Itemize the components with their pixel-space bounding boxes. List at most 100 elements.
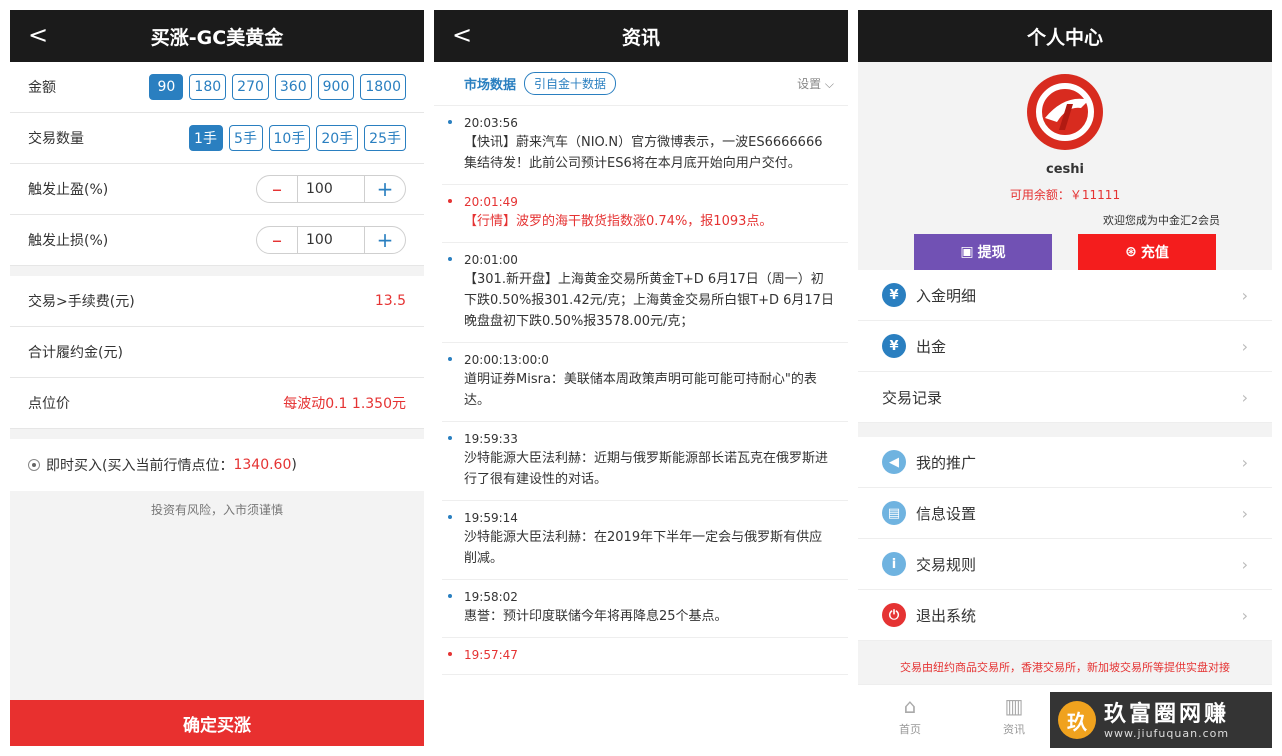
- take-profit-row: 触发止盈(%) – 100 +: [10, 164, 424, 215]
- avatar: [1027, 74, 1103, 150]
- menu-item-info-settings[interactable]: ▤ 信息设置 ›: [858, 488, 1272, 539]
- bullet-icon: [448, 515, 452, 519]
- news-item[interactable]: 20:01:49 【行情】波罗的海干散货指数涨0.74%，报1093点。: [442, 185, 848, 243]
- deposit-icon: ¥: [882, 283, 906, 307]
- news-text: 沙特能源大臣法利赫：近期与俄罗斯能源部长诺瓦克在俄罗斯进行了很有建设性的对话。: [464, 451, 829, 487]
- chevron-right-icon: ›: [1241, 336, 1248, 356]
- minus-icon[interactable]: –: [257, 227, 297, 253]
- news-item[interactable]: 19:59:33 沙特能源大臣法利赫：近期与俄罗斯能源部长诺瓦克在俄罗斯进行了很有…: [442, 422, 848, 501]
- tab-home[interactable]: ⌂ 首页: [858, 685, 962, 746]
- chart-icon: ▥: [1004, 693, 1024, 718]
- footer-note: 交易由纽约商品交易所，香港交易所，新加坡交易所等提供实盘对接: [900, 661, 1230, 674]
- news-time: 19:58:02: [464, 590, 518, 604]
- chevron-right-icon: ›: [1241, 452, 1248, 472]
- stop-loss-stepper: – 100 +: [256, 226, 406, 254]
- home-icon: ⌂: [903, 693, 917, 718]
- menu-item-logout[interactable]: ⏻ 退出系统 ›: [858, 590, 1272, 641]
- take-profit-input[interactable]: 100: [297, 176, 365, 202]
- menu-label: 入金明细: [916, 286, 977, 305]
- amount-chip[interactable]: 270: [232, 74, 269, 100]
- menu-label: 出金: [916, 337, 947, 356]
- confirm-buy-button[interactable]: 确定买涨: [10, 700, 424, 746]
- news-text: 沙特能源大臣法利赫：在2019年下半年一定会与俄罗斯有供应削减。: [464, 530, 823, 566]
- page-title: 买涨-GC美黄金: [150, 26, 284, 49]
- instant-buy-option[interactable]: 即时买入(买入当前行情点位： 1340.60 ): [10, 439, 424, 491]
- news-text: 道明证券Misra：美联储本周政策声明可能可能可持耐心"的表达。: [464, 372, 817, 408]
- radio-icon[interactable]: [28, 459, 40, 471]
- amount-row: 金额 90 180 270 360 900 1800: [10, 62, 424, 113]
- power-icon: ⏻: [882, 603, 906, 627]
- quantity-chip[interactable]: 1手: [188, 125, 223, 151]
- risk-notice: 投资有风险，入市须谨慎: [150, 503, 283, 517]
- quantity-chip[interactable]: 10手: [268, 125, 311, 151]
- yen-icon: ⊛: [1125, 244, 1137, 260]
- news-item[interactable]: 20:03:56 【快讯】蔚来汽车（NIO.N）官方微博表示，一波ES666666…: [442, 106, 848, 185]
- news-time: 19:57:47: [464, 648, 518, 662]
- bullet-icon: [448, 594, 452, 598]
- menu-item-deposit-details[interactable]: ¥ 入金明细 ›: [858, 270, 1272, 321]
- news-text: 惠誉：预计印度联储今年将再降息25个基点。: [464, 609, 728, 624]
- amount-chip[interactable]: 1800: [360, 74, 406, 100]
- quantity-chip[interactable]: 25手: [364, 125, 406, 151]
- news-item[interactable]: 20:01:00 【301.新开盘】上海黄金交易所黄金T+D 6月17日（周一）初…: [442, 243, 848, 343]
- chevron-right-icon: ›: [1241, 503, 1248, 523]
- news-item[interactable]: 20:00:13:00:0 道明证券Misra：美联储本周政策声明可能可能可持耐心…: [442, 343, 848, 422]
- tab-label: 首页: [899, 722, 921, 736]
- news-item[interactable]: 19:59:14 沙特能源大臣法利赫：在2019年下半年一定会与俄罗斯有供应削减。: [442, 501, 848, 580]
- menu-item-trade-records[interactable]: 交易记录 ›: [858, 372, 1272, 423]
- settings-dropdown[interactable]: 设置 ⌵: [797, 75, 834, 92]
- amount-chip[interactable]: 90: [149, 74, 184, 100]
- instant-buy-text: 即时买入(买入当前行情点位：: [46, 458, 234, 474]
- stop-loss-input[interactable]: 100: [297, 227, 365, 253]
- amount-chip[interactable]: 360: [274, 74, 312, 100]
- fee-label: 交易>手续费(元): [28, 294, 135, 310]
- news-time: 20:01:49: [464, 195, 518, 209]
- id-card-icon: ▤: [882, 501, 906, 525]
- plus-icon[interactable]: +: [365, 227, 405, 253]
- back-arrow-icon[interactable]: <: [452, 22, 472, 48]
- quantity-chip[interactable]: 5手: [228, 125, 263, 151]
- amount-chip[interactable]: 900: [317, 74, 355, 100]
- watermark-title: 玖富圈网赚: [1104, 700, 1230, 727]
- market-data-tab[interactable]: 市场数据: [464, 74, 516, 93]
- watermark: 玖 玖富圈网赚 www.jiufuquan.com: [1050, 692, 1272, 748]
- menu-item-promotion[interactable]: ◀ 我的推广 ›: [858, 437, 1272, 488]
- news-text: 【301.新开盘】上海黄金交易所黄金T+D 6月17日（周一）初下跌0.50%报…: [464, 272, 834, 329]
- profile-header: 个人中心: [858, 10, 1272, 62]
- chevron-right-icon: ›: [1241, 285, 1248, 305]
- news-time: 20:03:56: [464, 116, 518, 130]
- news-filter-bar: 市场数据 引自金十数据 设置 ⌵: [434, 62, 848, 106]
- point-value: 每波动0.1 1.350元: [283, 396, 406, 412]
- recharge-button[interactable]: ⊛ 充值: [1078, 234, 1216, 270]
- fee-row: 交易>手续费(元) 13.5: [10, 276, 424, 327]
- take-profit-label: 触发止盈(%): [28, 182, 109, 198]
- bullet-icon: [448, 357, 452, 361]
- megaphone-icon: ◀: [882, 450, 906, 474]
- withdraw-button[interactable]: ▣ 提现: [914, 234, 1052, 270]
- page-title: 个人中心: [1026, 26, 1103, 49]
- quantity-row: 交易数量 1手 5手 10手 20手 25手: [10, 113, 424, 164]
- bullet-icon: [448, 652, 452, 656]
- watermark-url: www.jiufuquan.com: [1104, 726, 1230, 740]
- news-item[interactable]: 19:57:47: [442, 638, 848, 675]
- quantity-chip[interactable]: 20手: [316, 125, 359, 151]
- tab-label: 资讯: [1003, 722, 1025, 736]
- menu-item-trade-rules[interactable]: i 交易规则 ›: [858, 539, 1272, 590]
- back-arrow-icon[interactable]: <: [28, 22, 48, 48]
- amount-label: 金额: [28, 80, 56, 96]
- chevron-right-icon: ›: [1241, 554, 1248, 574]
- menu-label: 交易记录: [882, 388, 943, 407]
- welcome-text: 欢迎您成为中金汇2会员: [1103, 214, 1220, 227]
- news-panel: < 资讯 市场数据 引自金十数据 设置 ⌵ 20:03:56 【快讯】蔚来汽车（N…: [434, 10, 848, 746]
- page-title: 资讯: [621, 26, 660, 49]
- amount-chip[interactable]: 180: [189, 74, 227, 100]
- news-text: 【快讯】蔚来汽车（NIO.N）官方微博表示，一波ES6666666集结待发！此前…: [464, 135, 823, 171]
- news-time: 19:59:14: [464, 511, 518, 525]
- trade-header: < 买涨-GC美黄金: [10, 10, 424, 62]
- news-item[interactable]: 19:58:02 惠誉：预计印度联储今年将再降息25个基点。: [442, 580, 848, 638]
- bullet-icon: [448, 199, 452, 203]
- menu-item-withdrawal[interactable]: ¥ 出金 ›: [858, 321, 1272, 372]
- minus-icon[interactable]: –: [257, 176, 297, 202]
- plus-icon[interactable]: +: [365, 176, 405, 202]
- instant-buy-price: 1340.60: [233, 457, 292, 473]
